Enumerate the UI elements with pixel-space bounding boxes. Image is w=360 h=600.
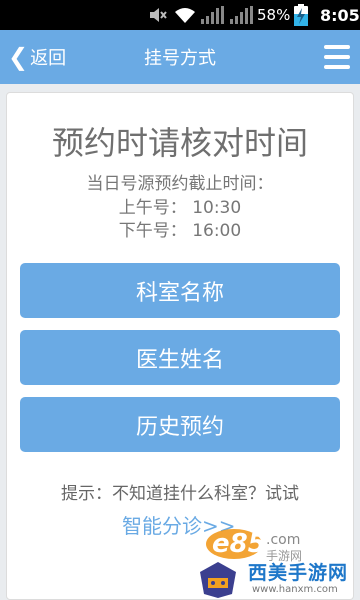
app-header: ❮ 返回 挂号方式 <box>0 30 360 84</box>
e85-logo: e85 .com 手游网 <box>206 529 302 562</box>
doctor-button[interactable]: 医生姓名 <box>20 330 340 385</box>
watermark-url: www.hanxm.com <box>252 584 338 595</box>
menu-icon[interactable] <box>324 45 350 69</box>
battery-percent: 58% <box>257 6 291 24</box>
svg-text:.com: .com <box>266 532 300 548</box>
cutoff-label: 当日号源预约截止时间： <box>86 174 274 194</box>
main-title: 预约时请核对时间 <box>51 124 308 162</box>
battery-charging-icon <box>294 0 308 30</box>
afternoon-cutoff: 下午号： 16:00 <box>118 221 242 241</box>
status-time: 8:05 <box>320 5 360 25</box>
department-button[interactable]: 科室名称 <box>20 263 340 318</box>
status-bar: 58% 8:05 <box>0 0 360 30</box>
wifi-icon <box>174 0 196 30</box>
hint-text: 提示：不知道挂什么科室？试试 <box>61 484 299 504</box>
svg-text:e85: e85 <box>212 529 266 559</box>
signal-icon <box>201 0 225 30</box>
watermark-logo: e85 .com 手游网 西美手游网 www.hanxm.com <box>196 516 358 600</box>
morning-cutoff: 上午号： 10:30 <box>118 198 242 218</box>
mute-icon <box>148 0 168 30</box>
page-title: 挂号方式 <box>144 48 216 69</box>
signal-icon <box>230 0 254 30</box>
controller-badge-icon <box>200 562 236 598</box>
history-button[interactable]: 历史预约 <box>20 397 340 452</box>
watermark-brand: 西美手游网 <box>248 562 349 584</box>
